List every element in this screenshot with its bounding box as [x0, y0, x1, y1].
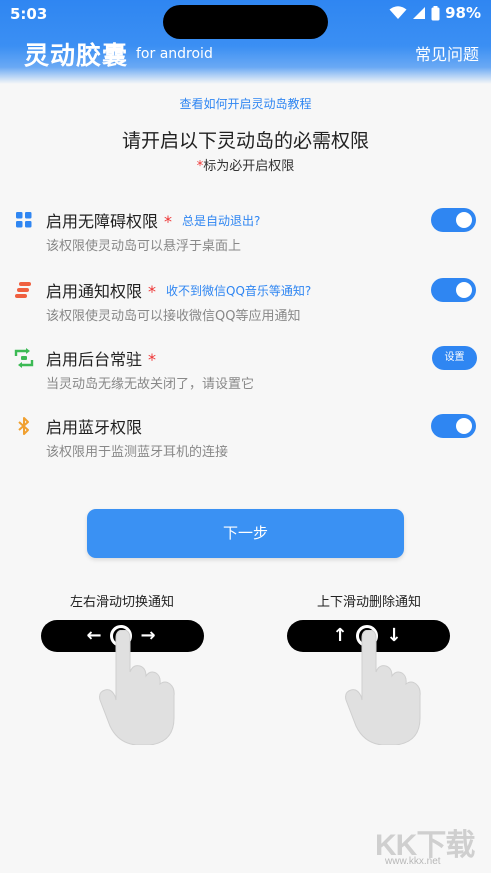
permission-background: 启用后台常驻 * 当灵动岛无缘无故关闭了，请设置它 设置	[0, 346, 491, 406]
grid-icon	[16, 212, 32, 228]
app-subtitle: for android	[136, 46, 213, 62]
hand-pointer-icon	[99, 630, 175, 745]
permission-description: 当灵动岛无缘无故关闭了，请设置它	[46, 377, 255, 392]
watermark: KK下载 www.kkx.net	[375, 820, 485, 870]
permission-title: 启用通知权限 * 收不到微信QQ音乐等通知?	[46, 278, 311, 302]
required-note: *标为必开启权限	[0, 155, 491, 174]
permission-title: 启用蓝牙权限	[46, 414, 142, 438]
permission-notification: 启用通知权限 * 收不到微信QQ音乐等通知? 该权限使灵动岛可以接收微信QQ等应用通…	[0, 278, 491, 338]
permission-accessibility: 启用无障碍权限 * 总是自动退出? 该权限使灵动岛可以悬浮于桌面上	[0, 208, 491, 268]
accessibility-toggle[interactable]	[431, 208, 476, 232]
bluetooth-toggle[interactable]	[431, 414, 476, 438]
permission-description: 该权限使灵动岛可以接收微信QQ等应用通知	[46, 309, 301, 324]
notification-stack-icon	[15, 282, 31, 298]
battery-percent: 98%	[445, 4, 481, 22]
settings-button[interactable]: 设置	[432, 346, 477, 370]
permission-title-text: 启用蓝牙权限	[46, 418, 143, 437]
background-sync-icon	[14, 348, 34, 368]
help-link[interactable]: 收不到微信QQ音乐等通知?	[166, 284, 311, 298]
required-note-text: 标为必开启权限	[203, 159, 295, 174]
bluetooth-icon	[18, 417, 29, 435]
page-title: 请开启以下灵动岛的必需权限	[121, 130, 369, 152]
help-link[interactable]: 总是自动退出?	[182, 214, 260, 228]
permission-title: 启用后台常驻 *	[46, 346, 156, 370]
permission-description: 该权限用于监测蓝牙耳机的连接	[46, 445, 229, 460]
watermark-url: www.kkx.net	[385, 856, 441, 867]
camera-notch	[163, 5, 328, 39]
gesture-label-horizontal: 左右滑动切换通知	[69, 595, 174, 610]
status-icons: 98%	[389, 4, 481, 22]
app-header: 5:03 98% 灵动胶囊 for android 常见问题	[0, 0, 491, 84]
status-time: 5:03	[10, 5, 48, 23]
permission-description: 该权限使灵动岛可以悬浮于桌面上	[46, 239, 242, 254]
faq-link[interactable]: 常见问题	[415, 41, 479, 65]
required-star: *	[164, 212, 173, 231]
required-star: *	[148, 282, 157, 301]
permission-title-text: 启用通知权限	[46, 282, 143, 301]
permission-title-text: 启用无障碍权限	[46, 212, 159, 231]
tutorial-link[interactable]: 查看如何开启灵动岛教程	[0, 95, 491, 112]
required-star: *	[148, 350, 157, 369]
signal-icon	[413, 7, 426, 19]
permission-bluetooth: 启用蓝牙权限 该权限用于监测蓝牙耳机的连接	[0, 414, 491, 474]
permission-title-text: 启用后台常驻	[46, 350, 143, 369]
notification-toggle[interactable]	[431, 278, 476, 302]
app-title: 灵动胶囊	[24, 41, 129, 70]
permission-title: 启用无障碍权限 * 总是自动退出?	[46, 208, 260, 232]
gesture-label-vertical: 上下滑动删除通知	[316, 595, 421, 610]
next-step-button[interactable]: 下一步	[87, 509, 404, 558]
wifi-icon	[389, 6, 407, 19]
hand-pointer-icon	[345, 630, 421, 745]
battery-icon	[431, 5, 440, 20]
